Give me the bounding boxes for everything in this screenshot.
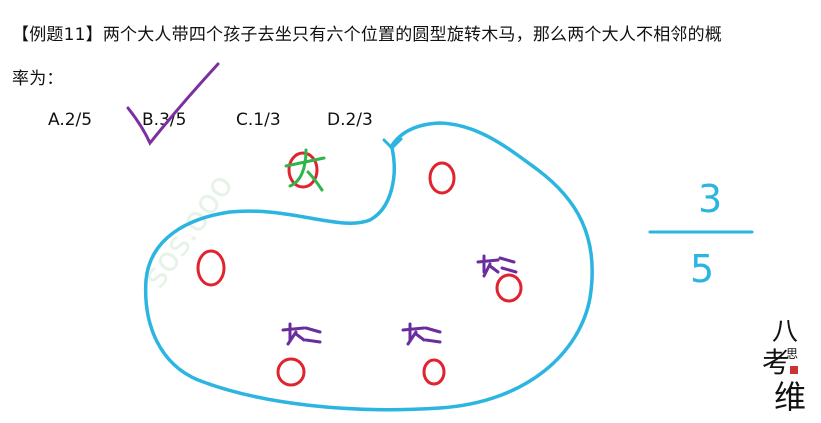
handwriting-canvas: sos.ooo 3 5 八 考 思 维 [126,62,806,416]
svg-text:维: 维 [774,378,806,416]
carousel-outline [143,121,594,412]
answer-denominator: 5 [690,247,714,291]
svg-text:八: 八 [772,317,798,347]
check-mark [126,62,220,146]
answer-numerator: 3 [698,177,722,221]
brand-logo: 八 考 思 维 [762,317,806,416]
seat-adult-bottom-right [401,322,446,386]
seat-adult-bottom-left [276,322,322,387]
crossed-seat [284,148,326,192]
seat-top-right [428,161,456,195]
seat-left [196,249,226,287]
svg-text:思: 思 [786,347,798,361]
seat-adult-right [476,254,523,303]
watermark: sos.ooo [135,166,242,295]
